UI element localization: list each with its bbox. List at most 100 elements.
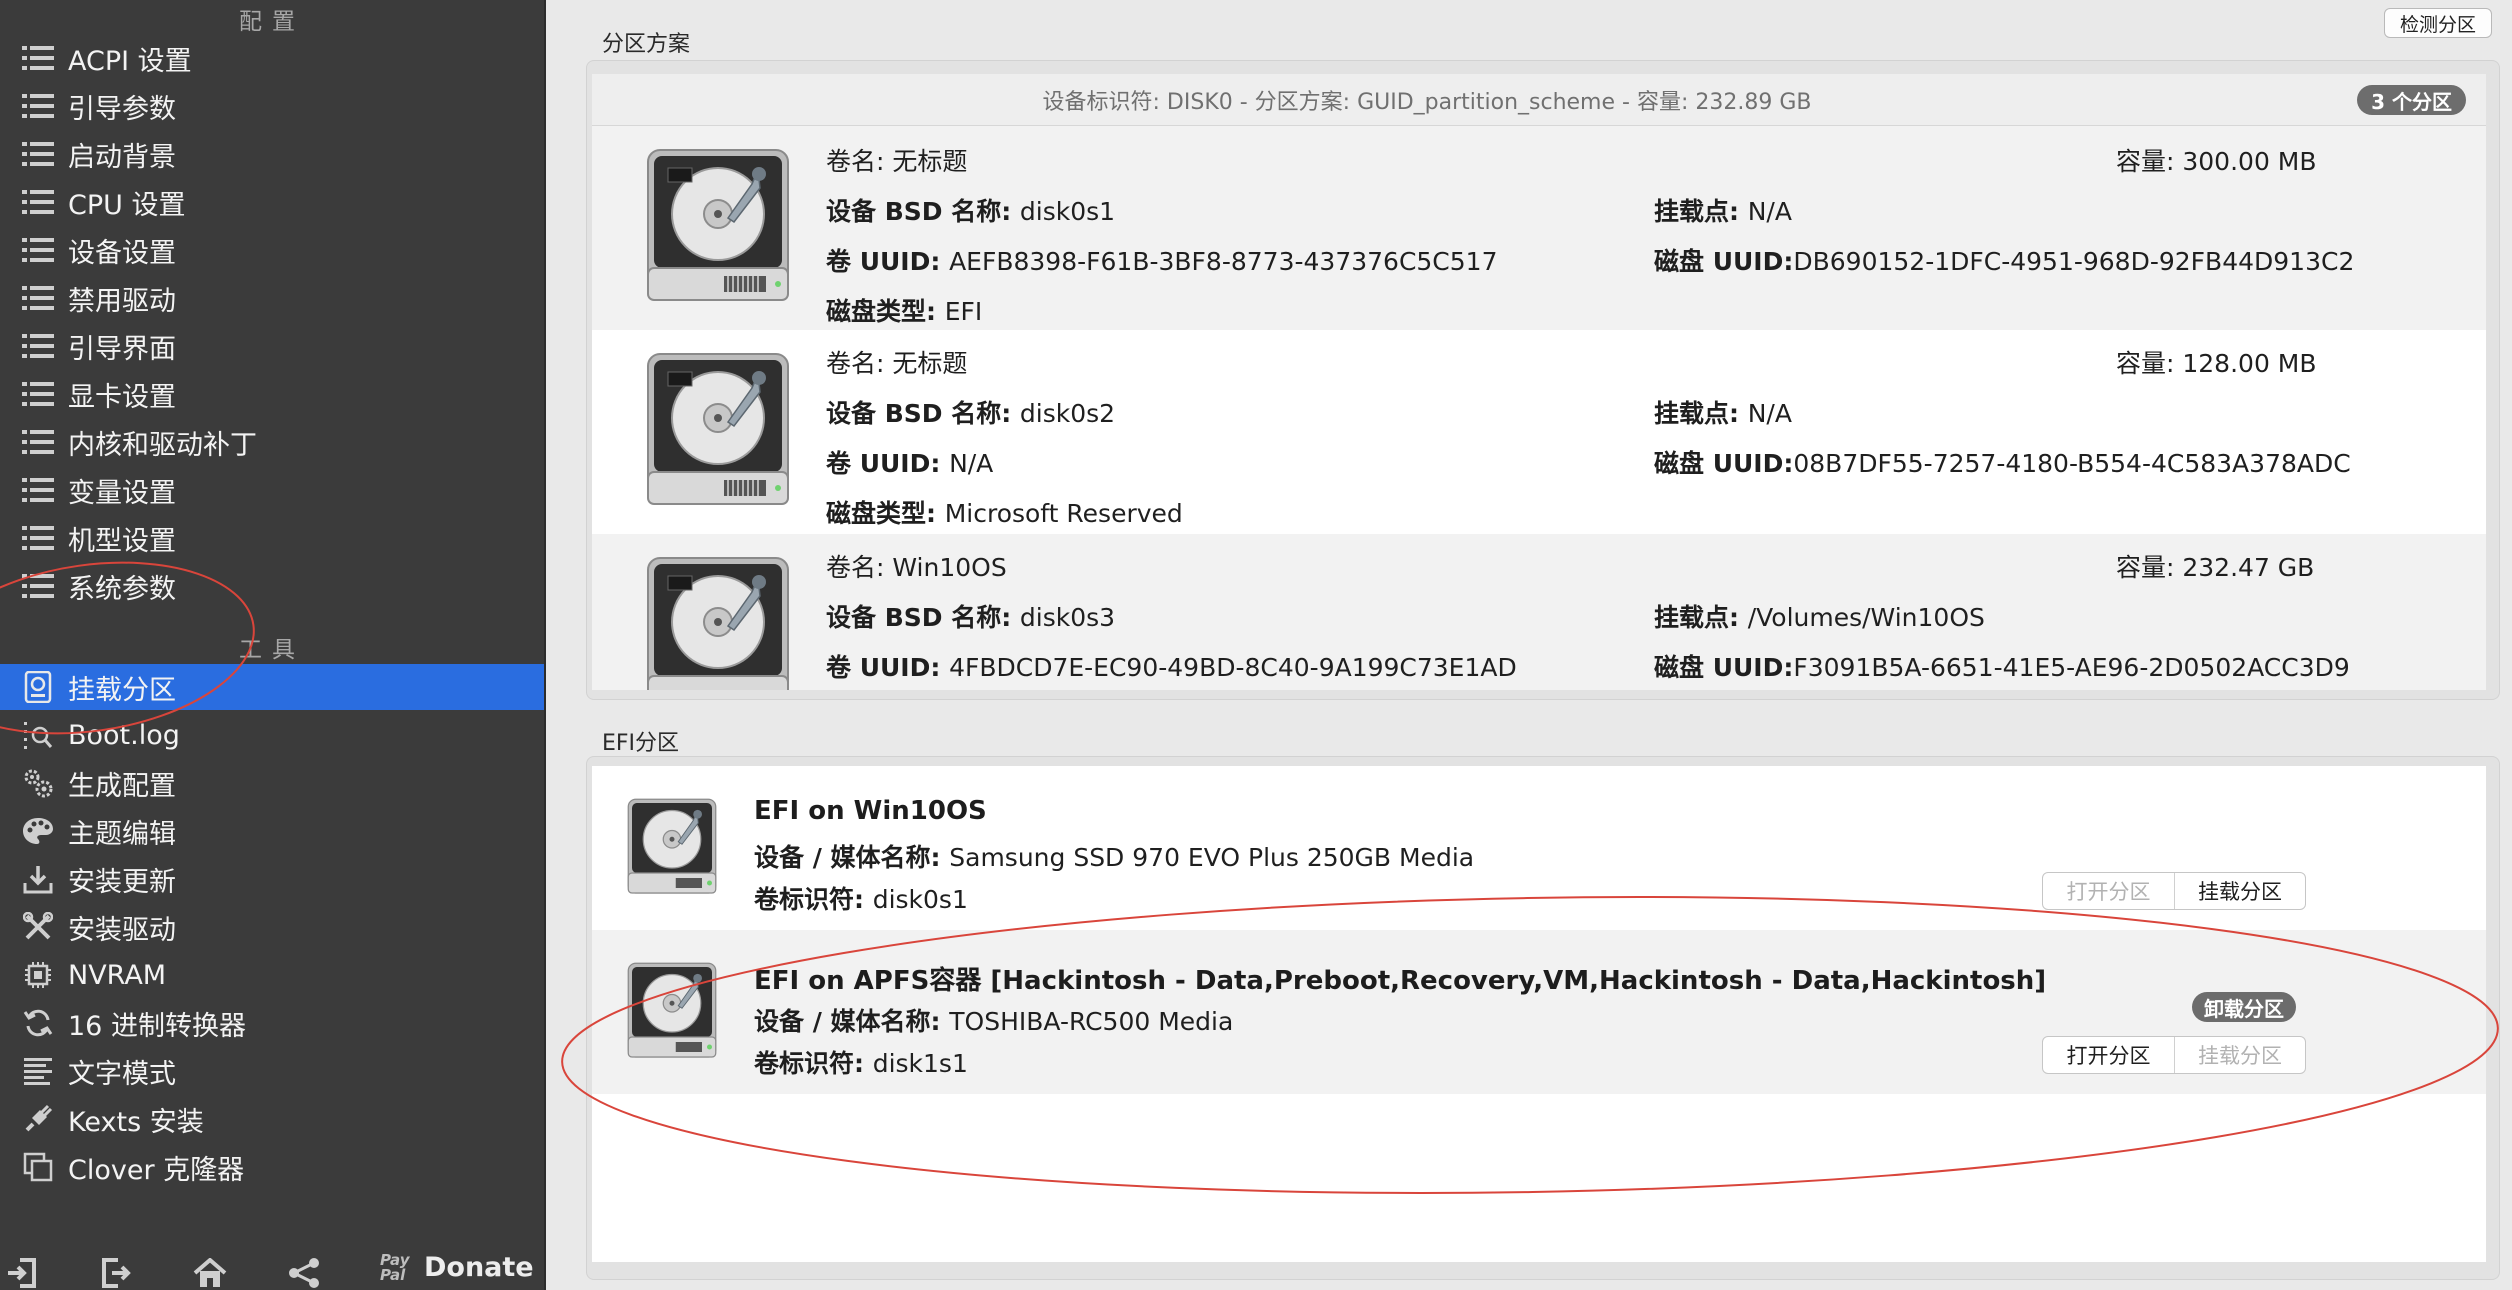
sidebar-item-label: Boot.log — [68, 719, 180, 751]
capacity: 容量: 300.00 MB — [2116, 147, 2317, 176]
bsd-name: 设备 BSD 名称: disk0s3 — [826, 603, 1116, 632]
sidebar-item-label: 安装更新 — [68, 866, 176, 898]
efi-entry[interactable]: EFI on APFS容器 [Hackintosh - Data,Preboot… — [592, 930, 2486, 1094]
disk-uuid: 磁盘 UUID:DB690152-1DFC-4951-968D-92FB44D9… — [1654, 247, 2355, 276]
partition-row[interactable]: 卷名: 无标题 容量: 300.00 MB 设备 BSD 名称: disk0s1… — [592, 126, 2486, 330]
efi-list[interactable]: EFI on Win10OS 设备 / 媒体名称: Samsung SSD 97… — [592, 766, 2486, 1262]
disk-uuid: 磁盘 UUID:08B7DF55-7257-4180-B554-4C583A37… — [1654, 449, 2351, 478]
download-icon — [20, 861, 56, 897]
home-icon[interactable] — [192, 1256, 228, 1290]
volume-identifier: 卷标识符: disk0s1 — [754, 885, 968, 914]
sidebar-item-label: 生成配置 — [68, 770, 176, 802]
share-icon[interactable] — [286, 1256, 322, 1290]
list-icon — [20, 568, 56, 604]
sidebar-item-label: 启动背景 — [68, 141, 176, 173]
sidebar-item-variables[interactable]: 变量设置 — [0, 467, 544, 513]
config-section-header: 配置 — [239, 9, 305, 35]
donate-button[interactable]: Pay Pal Donate — [380, 1252, 534, 1283]
media-name: 设备 / 媒体名称: TOSHIBA-RC500 Media — [754, 1007, 1234, 1036]
sidebar-item-label: 文字模式 — [68, 1058, 176, 1090]
refresh-icon — [20, 1005, 56, 1041]
sidebar-item-system-parameters[interactable]: 系统参数 — [0, 563, 544, 609]
hard-drive-icon — [622, 962, 722, 1066]
list-icon — [20, 232, 56, 268]
plugin-icon — [20, 1101, 56, 1137]
list-icon — [20, 328, 56, 364]
sidebar-item-mount-partition[interactable]: 挂载分区 — [0, 664, 544, 710]
sidebar-item-graphics[interactable]: 显卡设置 — [0, 371, 544, 417]
sidebar-item-gui[interactable]: 引导界面 — [0, 323, 544, 369]
efi-action-buttons: 打开分区 挂载分区 — [2042, 872, 2306, 910]
partition-row[interactable]: 卷名: Win10OS 容量: 232.47 GB 设备 BSD 名称: dis… — [592, 534, 2486, 690]
unmount-partition-badge[interactable]: 卸载分区 — [2192, 992, 2296, 1022]
text-lines-icon — [20, 1053, 56, 1089]
open-partition-button[interactable]: 打开分区 — [2043, 1037, 2174, 1073]
bsd-name: 设备 BSD 名称: disk0s1 — [826, 197, 1116, 226]
sidebar-item-boot-args[interactable]: 引导参数 — [0, 83, 544, 129]
disk-type: 磁盘类型: EFI — [826, 297, 983, 326]
list-icon — [20, 520, 56, 556]
mount-point: 挂载点: /Volumes/Win10OS — [1654, 603, 1985, 632]
list-icon — [20, 184, 56, 220]
sidebar-item-disable-drivers[interactable]: 禁用驱动 — [0, 275, 544, 321]
sidebar-item-label: ACPI 设置 — [68, 45, 192, 77]
disk-info: 设备标识符: DISK0 - 分区方案: GUID_partition_sche… — [1042, 90, 1812, 115]
sidebar-item-label: 引导界面 — [68, 333, 176, 365]
sidebar-item-label: 机型设置 — [68, 525, 176, 557]
open-partition-button[interactable]: 打开分区 — [2043, 873, 2174, 909]
sidebar: 配置 ACPI 设置 引导参数 启动背景 CPU 设置 设备设置 禁用驱动 引导… — [0, 0, 544, 1290]
sidebar-item-label: CPU 设置 — [68, 189, 186, 221]
sidebar-item-label: 变量设置 — [68, 477, 176, 509]
volume-uuid: 卷 UUID: 4FBDCD7E-EC90-49BD-8C40-9A199C73… — [826, 653, 1517, 682]
sidebar-item-label: NVRAM — [68, 959, 167, 991]
sidebar-item-theme-editor[interactable]: 主题编辑 — [0, 808, 544, 854]
mount-point: 挂载点: N/A — [1654, 197, 1792, 226]
volume-name: 卷名: Win10OS — [826, 553, 1007, 582]
sidebar-item-install-drivers[interactable]: 安装驱动 — [0, 904, 544, 950]
sidebar-item-smbios[interactable]: 机型设置 — [0, 515, 544, 561]
sidebar-item-boot-log[interactable]: Boot.log — [0, 712, 544, 758]
list-icon — [20, 376, 56, 412]
disk-type: 磁盘类型: Microsoft Reserved — [826, 499, 1183, 528]
sidebar-item-text-mode[interactable]: 文字模式 — [0, 1048, 544, 1094]
sidebar-item-label: 16 进制转换器 — [68, 1010, 246, 1042]
list-icon — [20, 88, 56, 124]
sidebar-item-kernel-patches[interactable]: 内核和驱动补丁 — [0, 419, 544, 465]
hard-drive-icon — [638, 148, 798, 312]
sidebar-item-acpi[interactable]: ACPI 设置 — [0, 35, 544, 81]
sidebar-item-install-update[interactable]: 安装更新 — [0, 856, 544, 902]
bsd-name: 设备 BSD 名称: disk0s2 — [826, 399, 1116, 428]
sidebar-item-devices[interactable]: 设备设置 — [0, 227, 544, 273]
sidebar-item-kexts-install[interactable]: Kexts 安装 — [0, 1096, 544, 1142]
efi-title: EFI on APFS容器 [Hackintosh - Data,Preboot… — [754, 966, 2047, 996]
partition-row[interactable]: 卷名: 无标题 容量: 128.00 MB 设备 BSD 名称: disk0s2… — [592, 330, 2486, 534]
mount-partition-button[interactable]: 挂载分区 — [2174, 1037, 2305, 1073]
sidebar-item-label: 系统参数 — [68, 573, 176, 605]
sidebar-item-boot-background[interactable]: 启动背景 — [0, 131, 544, 177]
hard-drive-icon — [638, 352, 798, 516]
hard-drive-icon — [638, 556, 798, 690]
sidebar-item-clover-cloner[interactable]: Clover 克隆器 — [0, 1144, 544, 1190]
sidebar-item-nvram[interactable]: NVRAM — [0, 952, 544, 998]
mount-point: 挂载点: N/A — [1654, 399, 1792, 428]
sidebar-item-hex-converter[interactable]: 16 进制转换器 — [0, 1000, 544, 1046]
volume-identifier: 卷标识符: disk1s1 — [754, 1049, 968, 1078]
partition-list[interactable]: 卷名: 无标题 容量: 300.00 MB 设备 BSD 名称: disk0s1… — [592, 126, 2486, 690]
volume-name: 卷名: 无标题 — [826, 349, 968, 378]
efi-entry[interactable]: EFI on Win10OS 设备 / 媒体名称: Samsung SSD 97… — [592, 766, 2486, 930]
import-icon[interactable] — [4, 1256, 40, 1290]
sidebar-item-label: Kexts 安装 — [68, 1106, 204, 1138]
sidebar-item-cpu[interactable]: CPU 设置 — [0, 179, 544, 225]
export-icon[interactable] — [98, 1256, 134, 1290]
media-name: 设备 / 媒体名称: Samsung SSD 970 EVO Plus 250G… — [754, 843, 1475, 872]
list-icon — [20, 40, 56, 76]
mount-partition-button[interactable]: 挂载分区 — [2174, 873, 2305, 909]
sidebar-item-generate-config[interactable]: 生成配置 — [0, 760, 544, 806]
clone-icon — [20, 1149, 56, 1185]
hard-drive-icon — [622, 798, 722, 902]
volume-name: 卷名: 无标题 — [826, 147, 968, 176]
gears-icon — [20, 765, 56, 801]
detect-partitions-button[interactable]: 检测分区 — [2384, 8, 2492, 38]
sidebar-item-label: 主题编辑 — [68, 818, 176, 850]
tools-section-header: 工具 — [239, 637, 305, 663]
